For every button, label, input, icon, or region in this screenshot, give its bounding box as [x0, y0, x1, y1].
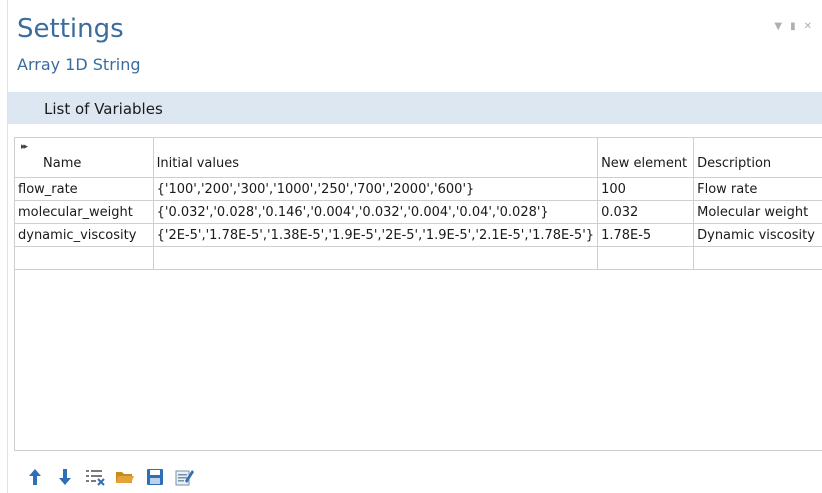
cell-new-element[interactable]: 1.78E-5	[597, 223, 695, 247]
table-row-empty[interactable]	[15, 246, 822, 270]
table-row[interactable]: dynamic_viscosity {'2E-5','1.78E-5','1.3…	[15, 223, 822, 247]
variables-table-container: ▸▸ Name Initial values New element Descr…	[14, 137, 822, 451]
open-file-button[interactable]	[114, 466, 136, 488]
cell-description[interactable]: Molecular weight	[693, 200, 822, 224]
save-icon	[147, 469, 163, 485]
edit-icon	[175, 470, 194, 486]
clear-table-icon	[86, 470, 105, 486]
move-down-icon	[59, 469, 71, 485]
cell-new-element[interactable]: 100	[597, 177, 695, 201]
section-header[interactable]: List of Variables	[8, 92, 822, 124]
table-row[interactable]: molecular_weight {'0.032','0.028','0.146…	[15, 200, 822, 224]
cell-name[interactable]: molecular_weight	[15, 200, 154, 224]
cell-initial-values[interactable]: {'100','200','300','1000','250','700','2…	[153, 177, 599, 201]
edit-button[interactable]	[174, 466, 196, 488]
column-header-initial-values[interactable]: Initial values	[153, 138, 599, 178]
dropdown-arrow-icon[interactable]: ▼	[774, 22, 782, 32]
column-header-description[interactable]: Description	[693, 138, 822, 178]
cell-initial-values[interactable]	[153, 246, 599, 270]
variables-table: ▸▸ Name Initial values New element Descr…	[15, 138, 822, 270]
cell-name[interactable]: flow_rate	[15, 177, 154, 201]
cell-description[interactable]: Flow rate	[693, 177, 822, 201]
save-button[interactable]	[144, 466, 166, 488]
table-toolbar	[24, 466, 196, 488]
cell-name[interactable]	[15, 246, 154, 270]
open-file-icon	[116, 472, 134, 483]
cell-new-element[interactable]	[597, 246, 695, 270]
section-label: List of Variables	[44, 100, 163, 118]
expand-columns-icon[interactable]: ▸▸	[21, 142, 28, 152]
page-subtitle: Array 1D String	[17, 55, 141, 74]
window-controls: ▼ ▮ ✕	[774, 22, 812, 32]
page-title: Settings	[17, 14, 124, 44]
close-icon[interactable]: ✕	[804, 22, 812, 32]
column-header-new-element[interactable]: New element	[597, 138, 695, 178]
move-up-button[interactable]	[24, 466, 46, 488]
table-row[interactable]: flow_rate {'100','200','300','1000','250…	[15, 177, 822, 201]
cell-initial-values[interactable]: {'0.032','0.028','0.146','0.004','0.032'…	[153, 200, 599, 224]
table-header-row: ▸▸ Name Initial values New element Descr…	[15, 138, 822, 178]
cell-name[interactable]: dynamic_viscosity	[15, 223, 154, 247]
clear-table-button[interactable]	[84, 466, 106, 488]
cell-description[interactable]: Dynamic viscosity	[693, 223, 822, 247]
cell-new-element[interactable]: 0.032	[597, 200, 695, 224]
column-header-name[interactable]: ▸▸ Name	[15, 138, 154, 178]
move-up-icon	[29, 469, 41, 485]
cell-initial-values[interactable]: {'2E-5','1.78E-5','1.38E-5','1.9E-5','2E…	[153, 223, 599, 247]
cell-description[interactable]	[693, 246, 822, 270]
pin-icon[interactable]: ▮	[790, 22, 796, 32]
move-down-button[interactable]	[54, 466, 76, 488]
